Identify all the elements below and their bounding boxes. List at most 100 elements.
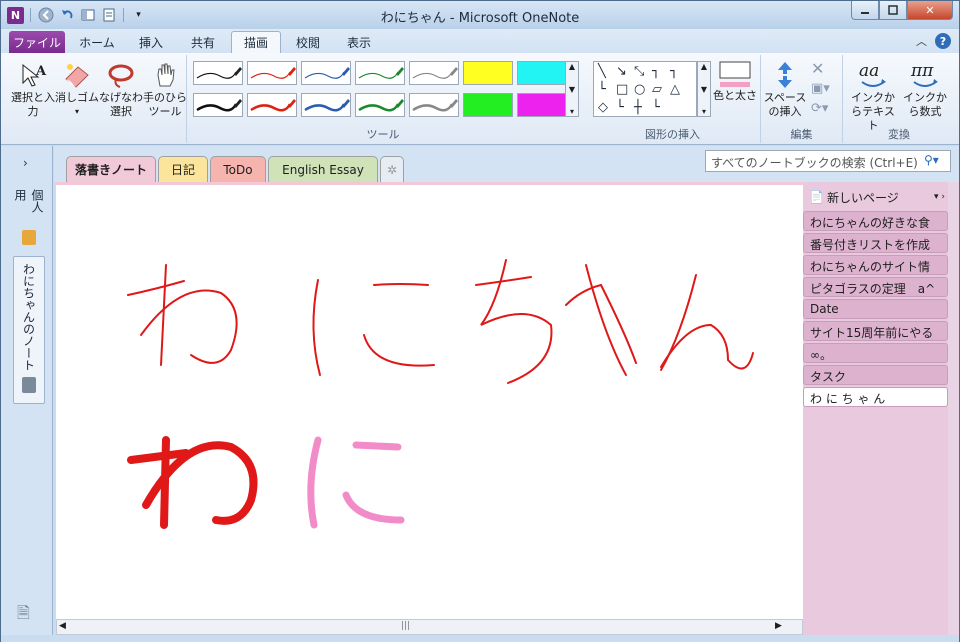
status-bar — [1, 635, 959, 642]
onenote-window: N ▾ わにちゃん - Microsoft OneNote ✕ ファイル ホーム… — [0, 0, 960, 642]
axis-2d-icon[interactable]: └ — [616, 100, 624, 115]
axis-3d-icon[interactable]: └ — [652, 100, 660, 115]
section-tab-todo[interactable]: ToDo — [210, 156, 266, 182]
parallelogram-icon[interactable]: ▱ — [652, 82, 662, 97]
section-tab-english-essay[interactable]: English Essay — [268, 156, 378, 182]
pen-green-thick[interactable] — [355, 93, 405, 117]
new-section-icon[interactable]: ✲ — [380, 156, 404, 182]
tab-share[interactable]: 共有 — [181, 31, 225, 53]
page-item[interactable]: タスク — [803, 365, 948, 385]
section-tab-diary[interactable]: 日記 — [158, 156, 208, 182]
ink-stroke — [352, 441, 402, 451]
corner-line-icon[interactable]: ┐ — [652, 64, 660, 79]
pen-black-thin[interactable] — [193, 61, 243, 85]
highlighter-green[interactable] — [463, 93, 513, 117]
corner-double-icon[interactable]: └ — [598, 82, 606, 97]
shape-gallery-scroller[interactable]: ▲ ▼ ▾ — [697, 61, 711, 117]
page-canvas[interactable] — [56, 182, 803, 619]
line-icon[interactable]: ╲ — [598, 64, 606, 79]
maximize-button[interactable] — [879, 1, 907, 20]
insert-space-button[interactable]: スペースの挿入 — [763, 59, 807, 119]
chevron-down-icon[interactable]: ▼ — [569, 85, 575, 94]
page-item-selected[interactable]: わ に ち ゃ ん — [803, 387, 948, 407]
close-button[interactable]: ✕ — [907, 1, 953, 20]
new-page-button[interactable]: 📄 新しいページ ▾ › — [809, 188, 945, 206]
rotate-icon[interactable]: ⟳▾ — [811, 101, 828, 116]
vertical-scrollbar[interactable] — [948, 182, 959, 635]
pen-red-thick[interactable] — [247, 93, 297, 117]
chevron-down-icon[interactable]: ▼ — [701, 85, 707, 94]
chevron-up-icon[interactable]: ▲ — [701, 62, 707, 71]
highlighter-yellow[interactable] — [463, 61, 513, 85]
section-tab-bar: 落書きノート 日記 ToDo English Essay ✲ すべてのノートブッ… — [54, 146, 959, 182]
page-item[interactable]: サイト15周年前にやる — [803, 321, 948, 341]
highlighter-magenta[interactable] — [517, 93, 567, 117]
eraser-dropdown-icon[interactable]: ▾ — [55, 105, 99, 119]
shape-gallery: ╲ ↘ ⤡ ┐ ┐ └ □ ○ ▱ △ ◇ └ ┼ └ — [593, 61, 697, 117]
tab-review[interactable]: 校閲 — [286, 31, 330, 53]
pan-button[interactable]: 手のひらツール — [143, 59, 187, 119]
axis-cross-icon[interactable]: ┼ — [634, 100, 642, 115]
expand-navigation-icon[interactable]: › — [23, 156, 28, 170]
ink-to-text-button[interactable]: aa インクからテキスト — [847, 59, 899, 133]
triangle-icon[interactable]: △ — [670, 82, 680, 97]
ink-to-math-label: インクから数式 — [903, 91, 947, 118]
double-arrow-icon[interactable]: ⤡ — [634, 64, 644, 79]
rectangle-icon[interactable]: □ — [616, 82, 628, 97]
page-item[interactable]: ∞。 — [803, 343, 948, 363]
tab-insert[interactable]: 挿入 — [129, 31, 173, 53]
ink-stroke — [140, 289, 238, 364]
ink-stroke — [660, 323, 754, 370]
search-icon[interactable]: ⚲▾ — [924, 153, 939, 167]
section-tab-scribble[interactable]: 落書きノート — [66, 156, 156, 182]
page-item[interactable]: 番号付きリストを作成 — [803, 233, 948, 253]
arrange-icon[interactable]: ▣▾ — [811, 81, 830, 96]
tab-draw[interactable]: 描画 — [231, 31, 281, 53]
pen-gray-thick[interactable] — [409, 93, 459, 117]
page-item[interactable]: わにちゃんの好きな食 — [803, 211, 948, 231]
highlighter-cyan[interactable] — [517, 61, 567, 85]
cursor-text-icon: A — [11, 59, 55, 91]
group-shapes-label: 図形の挿入 — [645, 128, 700, 141]
horizontal-scrollbar[interactable]: ◀ ||| ▶ — [56, 619, 803, 635]
tab-home[interactable]: ホーム — [75, 31, 119, 53]
arrow-icon[interactable]: ↘ — [616, 64, 627, 79]
gallery-more-icon[interactable]: ▾ — [702, 107, 706, 116]
notebook-personal[interactable]: 個人用 — [13, 182, 45, 246]
scroll-left-icon[interactable]: ◀ — [59, 621, 66, 631]
minimize-ribbon-icon[interactable]: ︿ — [916, 33, 927, 49]
corner-arrow-icon[interactable]: ┐ — [670, 64, 678, 79]
delete-icon[interactable]: ✕ — [811, 59, 824, 78]
eraser-button[interactable]: 消しゴム ▾ — [55, 59, 99, 119]
notebook-wani[interactable]: わにちゃんのノート — [13, 256, 45, 404]
help-icon[interactable]: ? — [935, 33, 951, 49]
ellipse-icon[interactable]: ○ — [634, 82, 645, 97]
pen-gray-thin[interactable] — [409, 61, 459, 85]
select-type-button[interactable]: A 選択と入力 — [11, 59, 55, 119]
svg-text:A: A — [35, 64, 47, 79]
scroll-thumb[interactable]: ||| — [401, 621, 410, 631]
tab-file[interactable]: ファイル — [9, 31, 65, 53]
tab-view[interactable]: 表示 — [337, 31, 381, 53]
minimize-button[interactable] — [851, 1, 879, 20]
pen-green-thin[interactable] — [355, 61, 405, 85]
pen-blue-thick[interactable] — [301, 93, 351, 117]
new-page-dropdown-icon[interactable]: ▾ › — [934, 192, 945, 202]
unfiled-notes-icon[interactable]: 🗎 — [17, 602, 30, 629]
ink-to-math-button[interactable]: ππ インクから数式 — [899, 59, 951, 119]
pen-gallery-scroller[interactable]: ▲ ▼ ▾ — [565, 61, 579, 117]
page-item[interactable]: Date — [803, 299, 948, 319]
color-thickness-button[interactable]: 色と太さ — [713, 57, 757, 103]
gallery-more-icon[interactable]: ▾ — [570, 107, 574, 116]
lasso-select-button[interactable]: なげなわ選択 — [99, 59, 143, 119]
pen-red-thin[interactable] — [247, 61, 297, 85]
page-item[interactable]: ピタゴラスの定理 a^ — [803, 277, 948, 297]
svg-text:ππ: ππ — [910, 61, 934, 81]
scroll-right-icon[interactable]: ▶ — [775, 621, 782, 631]
pen-black-thick[interactable] — [193, 93, 243, 117]
pen-blue-thin[interactable] — [301, 61, 351, 85]
page-item[interactable]: わにちゃんのサイト情 — [803, 255, 948, 275]
diamond-icon[interactable]: ◇ — [598, 100, 608, 115]
chevron-up-icon[interactable]: ▲ — [569, 62, 575, 71]
search-input[interactable]: すべてのノートブックの検索 (Ctrl+E) — [705, 150, 951, 172]
